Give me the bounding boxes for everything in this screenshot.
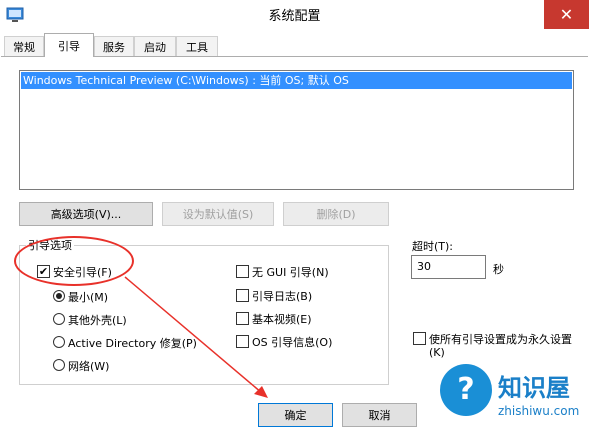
watermark: ? 知识屋 zhishiwu.com [432,360,589,437]
tab-boot[interactable]: 引导 [44,33,94,57]
watermark-name: 知识屋 [498,374,570,402]
watermark-url: zhishiwu.com [498,404,580,418]
watermark-question-icon: ? [457,372,475,407]
